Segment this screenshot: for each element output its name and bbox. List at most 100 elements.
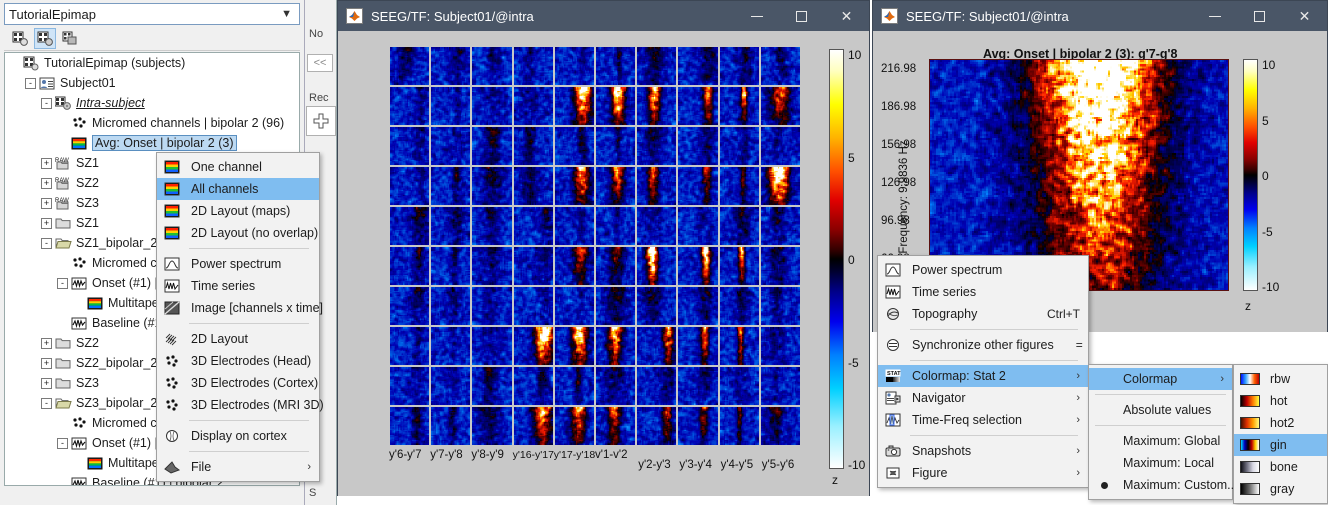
menu-item[interactable]: 2D Layout (no overlap) (157, 222, 319, 244)
expand-icon[interactable]: + (41, 178, 52, 189)
tree-node[interactable]: -Intra-subject (5, 93, 299, 113)
menu-item[interactable]: Figure› (878, 462, 1088, 484)
spectrogram-cell[interactable] (761, 87, 800, 125)
menu-item[interactable]: bone (1234, 456, 1327, 478)
spectrogram-cell[interactable] (514, 367, 553, 405)
close-icon[interactable]: ✕ (824, 1, 869, 31)
expand-icon[interactable]: + (41, 378, 52, 389)
expand-icon[interactable]: + (41, 218, 52, 229)
spectrogram-cell[interactable] (555, 247, 594, 285)
menu-item[interactable]: 2D Layout (157, 328, 319, 350)
spectrogram-cell[interactable] (472, 207, 511, 245)
spectrogram-cell[interactable] (761, 327, 800, 365)
spectrogram-cell[interactable] (761, 127, 800, 165)
spectrogram-cell[interactable] (472, 87, 511, 125)
spectrogram-cell[interactable] (514, 287, 553, 325)
menu-item[interactable]: Colormap› (1089, 368, 1232, 390)
collapse-icon[interactable]: - (57, 438, 68, 449)
collapse-icon[interactable]: - (25, 78, 36, 89)
spectrogram-cell[interactable] (472, 287, 511, 325)
spectrogram-cell[interactable] (596, 87, 635, 125)
spectrogram-cell[interactable] (761, 47, 800, 85)
menu-item[interactable]: TopographyCtrl+T (878, 303, 1088, 325)
menu-item[interactable]: rbw (1234, 368, 1327, 390)
spectrogram-cell[interactable] (390, 167, 429, 205)
sources-view-button[interactable] (59, 28, 81, 49)
spectrogram-cell[interactable] (678, 167, 717, 205)
spectrogram-cell[interactable] (637, 327, 676, 365)
spectrogram-cell[interactable] (472, 127, 511, 165)
collapse-icon[interactable]: - (41, 98, 52, 109)
spectrogram-cell[interactable] (596, 407, 635, 445)
menu-item[interactable]: hot2 (1234, 412, 1327, 434)
spectrogram-cell[interactable] (720, 247, 759, 285)
spectrogram-cell[interactable] (761, 207, 800, 245)
spectrogram-cell[interactable] (761, 287, 800, 325)
maximize-icon[interactable] (779, 1, 824, 31)
spectrogram-cell[interactable] (678, 327, 717, 365)
menu-item[interactable]: Time series (878, 281, 1088, 303)
tree-node[interactable]: -Subject01 (5, 73, 299, 93)
menu-item[interactable]: hot (1234, 390, 1327, 412)
add-process-button[interactable] (306, 106, 336, 136)
tree-node[interactable]: Avg: Onset | bipolar 2 (3) (5, 133, 299, 153)
spectrogram-cell[interactable] (637, 207, 676, 245)
menu-item[interactable]: Synchronize other figures= (878, 334, 1088, 356)
spectrogram-cell[interactable] (720, 207, 759, 245)
spectrogram-cell[interactable] (514, 207, 553, 245)
spectrogram-cell[interactable] (720, 327, 759, 365)
spectrogram-cell[interactable] (431, 207, 470, 245)
spectrogram-cell[interactable] (431, 327, 470, 365)
spectrogram-cell[interactable] (637, 407, 676, 445)
spectrogram-cell[interactable] (472, 327, 511, 365)
menu-item[interactable]: One channel (157, 156, 319, 178)
spectrogram-cell[interactable] (678, 367, 717, 405)
spectrogram-cell[interactable] (720, 87, 759, 125)
spectrogram-cell[interactable] (555, 407, 594, 445)
protocol-combobox[interactable]: TutorialEpimap ▼ (4, 3, 300, 25)
menu-item[interactable]: gin (1234, 434, 1327, 456)
menu-item[interactable]: Navigator› (878, 387, 1088, 409)
spectrogram-cell[interactable] (637, 167, 676, 205)
spectrogram-cell[interactable] (761, 247, 800, 285)
spectrogram-cell[interactable] (637, 127, 676, 165)
spectrogram-cell[interactable] (678, 127, 717, 165)
collapse-button[interactable]: << (307, 54, 333, 72)
collapse-icon[interactable]: - (57, 278, 68, 289)
spectrogram-cell[interactable] (720, 367, 759, 405)
spectrogram-cell[interactable] (678, 247, 717, 285)
expand-icon[interactable]: + (41, 338, 52, 349)
close-icon[interactable]: ✕ (1282, 1, 1327, 31)
spectrogram-cell[interactable] (761, 367, 800, 405)
spectrogram-cell[interactable] (472, 167, 511, 205)
expand-icon[interactable]: + (41, 158, 52, 169)
menu-item[interactable]: All channels (157, 178, 319, 200)
menu-item[interactable]: Power spectrum (878, 259, 1088, 281)
spectrogram-cell[interactable] (761, 167, 800, 205)
spectrogram-cell[interactable] (390, 327, 429, 365)
spectrogram-cell[interactable] (390, 247, 429, 285)
menu-item[interactable]: Power spectrum (157, 253, 319, 275)
spectrogram-cell[interactable] (390, 127, 429, 165)
spectrogram-cell[interactable] (637, 87, 676, 125)
menu-item[interactable]: Absolute values (1089, 399, 1232, 421)
spectrogram-cell[interactable] (596, 207, 635, 245)
spectrogram-cell[interactable] (431, 287, 470, 325)
spectrogram-cell[interactable] (390, 407, 429, 445)
spectrogram-cell[interactable] (431, 47, 470, 85)
spectrogram-cell[interactable] (555, 207, 594, 245)
spectrogram-cell[interactable] (678, 207, 717, 245)
spectrogram-cell[interactable] (720, 287, 759, 325)
spectrogram-cell[interactable] (720, 47, 759, 85)
spectrogram-cell[interactable] (514, 327, 553, 365)
spectrogram-cell[interactable] (431, 167, 470, 205)
figure-titlebar-right[interactable]: SEEG/TF: Subject01/@intra ✕ (873, 1, 1327, 31)
spectrogram-cell[interactable] (596, 287, 635, 325)
menu-item[interactable]: Image [channels x time] (157, 297, 319, 319)
minimize-icon[interactable] (1192, 1, 1237, 31)
spectrogram-cell[interactable] (555, 287, 594, 325)
menu-item[interactable]: 3D Electrodes (Head) (157, 350, 319, 372)
spectrogram-cell[interactable] (555, 87, 594, 125)
functional-view-button[interactable] (34, 28, 56, 49)
spectrogram-cell[interactable] (720, 407, 759, 445)
